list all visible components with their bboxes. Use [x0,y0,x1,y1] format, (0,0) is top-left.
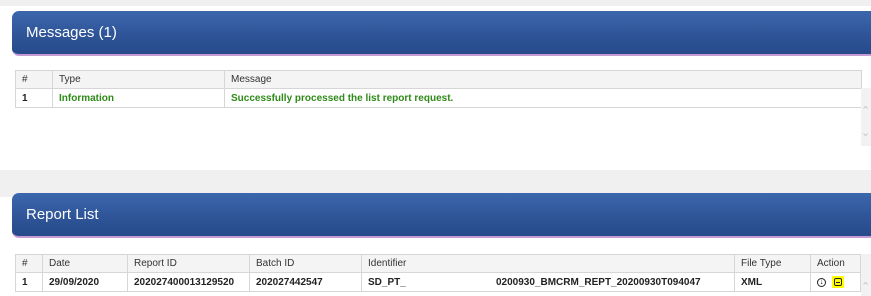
report-list-table: # Date Report ID Batch ID Identifier Fil… [15,254,861,292]
messages-panel-title: Messages (1) [26,24,117,41]
column-header-identifier[interactable]: Identifier [361,254,735,273]
column-header-batch-id[interactable]: Batch ID [249,254,362,273]
column-header-number[interactable]: # [15,254,43,273]
messages-scrollbar[interactable]: ⌃ ⌄ [861,88,871,146]
table-row: 1 Information Successfully processed the… [15,88,862,108]
report-scrollbar[interactable]: ⌃ [861,254,871,296]
report-table-header-row: # Date Report ID Batch ID Identifier Fil… [15,254,861,273]
report-date: 29/09/2020 [42,272,128,292]
scroll-up-icon[interactable]: ⌃ [861,282,871,293]
download-icon[interactable]: ↓ [817,277,826,287]
column-header-type[interactable]: Type [52,70,225,89]
column-header-date[interactable]: Date [42,254,128,273]
message-type: Information [52,88,225,108]
message-text: Successfully processed the list report r… [224,88,862,108]
scroll-down-icon[interactable]: ⌄ [861,128,871,139]
identifier-suffix: 0200930_BMCRM_REPT_20200930T094047 [496,276,701,288]
messages-table-header-row: # Type Message [15,70,862,89]
top-band [0,0,871,6]
messages-table: # Type Message 1 Information Successfull… [15,70,862,108]
action-cell: ↓ [810,272,861,292]
report-list-panel-title: Report List [26,206,99,223]
column-header-action[interactable]: Action [810,254,861,273]
report-list-panel-header: Report List [12,193,871,238]
view-document-icon[interactable] [832,276,844,288]
column-header-report-id[interactable]: Report ID [127,254,250,273]
report-identifier: SD_PT_ 0200930_BMCRM_REPT_20200930T094047 [361,272,735,292]
file-type: XML [734,272,811,292]
message-number: 1 [15,88,53,108]
scroll-up-icon[interactable]: ⌃ [861,106,871,117]
column-header-number[interactable]: # [15,70,53,89]
column-header-message[interactable]: Message [224,70,862,89]
messages-panel-header: Messages (1) [12,11,871,56]
report-number: 1 [15,272,43,292]
identifier-prefix: SD_PT_ [368,276,406,288]
batch-id: 202027442547 [249,272,362,292]
report-id: 202027400013129520 [127,272,250,292]
column-header-file-type[interactable]: File Type [734,254,811,273]
table-row: 1 29/09/2020 202027400013129520 20202744… [15,272,861,292]
